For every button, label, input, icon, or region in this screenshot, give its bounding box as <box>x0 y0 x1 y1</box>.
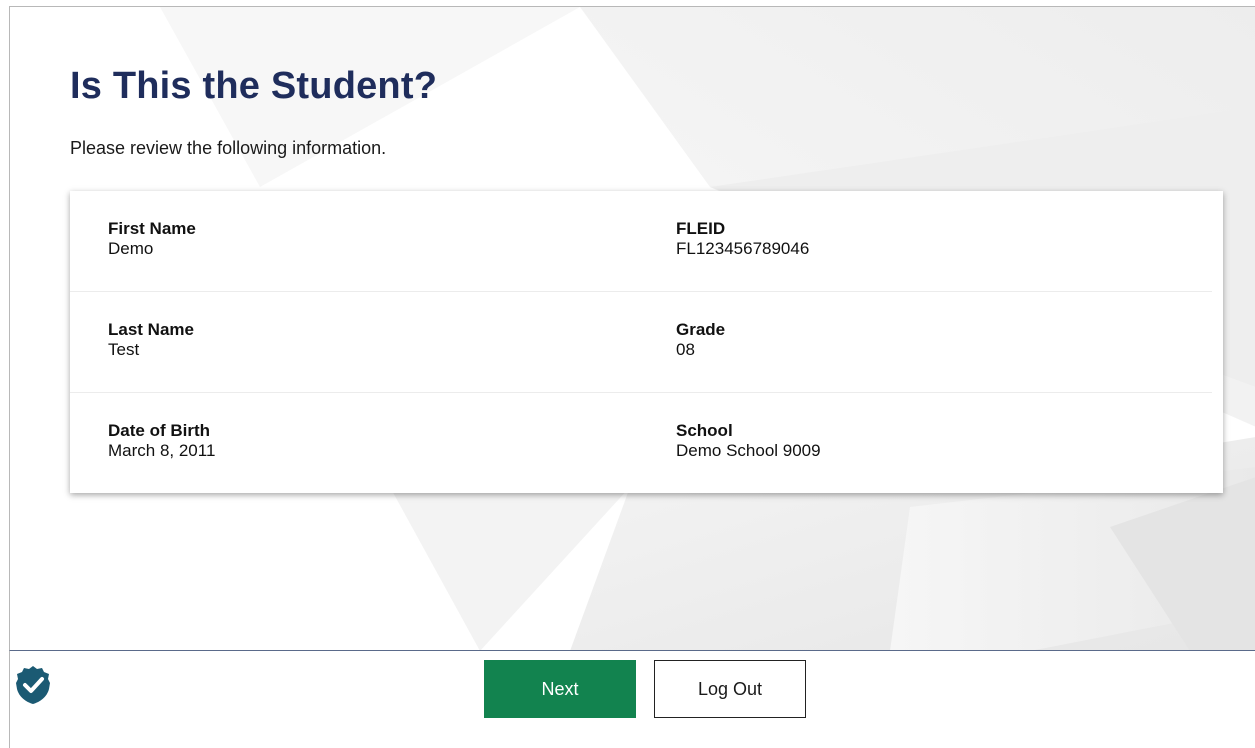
grade-field: Grade 08 <box>676 320 725 360</box>
field-value: FL123456789046 <box>676 239 810 258</box>
field-value: Test <box>108 340 140 359</box>
log-out-button[interactable]: Log Out <box>654 660 806 718</box>
page-title: Is This the Student? <box>70 65 438 107</box>
field-label: School <box>676 421 733 440</box>
student-info-card: First Name Demo FLEID FL123456789046 Las… <box>70 191 1223 493</box>
field-value: March 8, 2011 <box>108 441 216 460</box>
date-of-birth-field: Date of Birth March 8, 2011 <box>108 421 215 461</box>
field-label: Last Name <box>108 320 194 339</box>
last-name-field: Last Name Test <box>108 320 194 360</box>
fleid-field: FLEID FL123456789046 <box>676 219 809 259</box>
page-subtitle: Please review the following information. <box>70 138 387 158</box>
field-value: Demo <box>108 239 154 258</box>
field-label: Grade <box>676 320 726 339</box>
footer-bar: Next Log Out <box>9 650 1255 748</box>
field-label: FLEID <box>676 219 726 238</box>
next-button[interactable]: Next <box>484 660 636 718</box>
app-window: Is This the Student? Please review the f… <box>0 0 1255 748</box>
first-name-field: First Name Demo <box>108 219 196 259</box>
main-content: Is This the Student? Please review the f… <box>9 6 1255 650</box>
field-value: Demo School 9009 <box>676 441 821 460</box>
info-row: Date of Birth March 8, 2011 School Demo … <box>70 393 1223 493</box>
shield-check-icon <box>16 666 50 704</box>
info-row: First Name Demo FLEID FL123456789046 <box>70 191 1223 291</box>
field-label: First Name <box>108 219 196 238</box>
field-label: Date of Birth <box>108 421 210 440</box>
info-row: Last Name Test Grade 08 <box>70 292 1223 392</box>
field-value: 08 <box>676 340 695 359</box>
school-field: School Demo School 9009 <box>676 421 821 461</box>
